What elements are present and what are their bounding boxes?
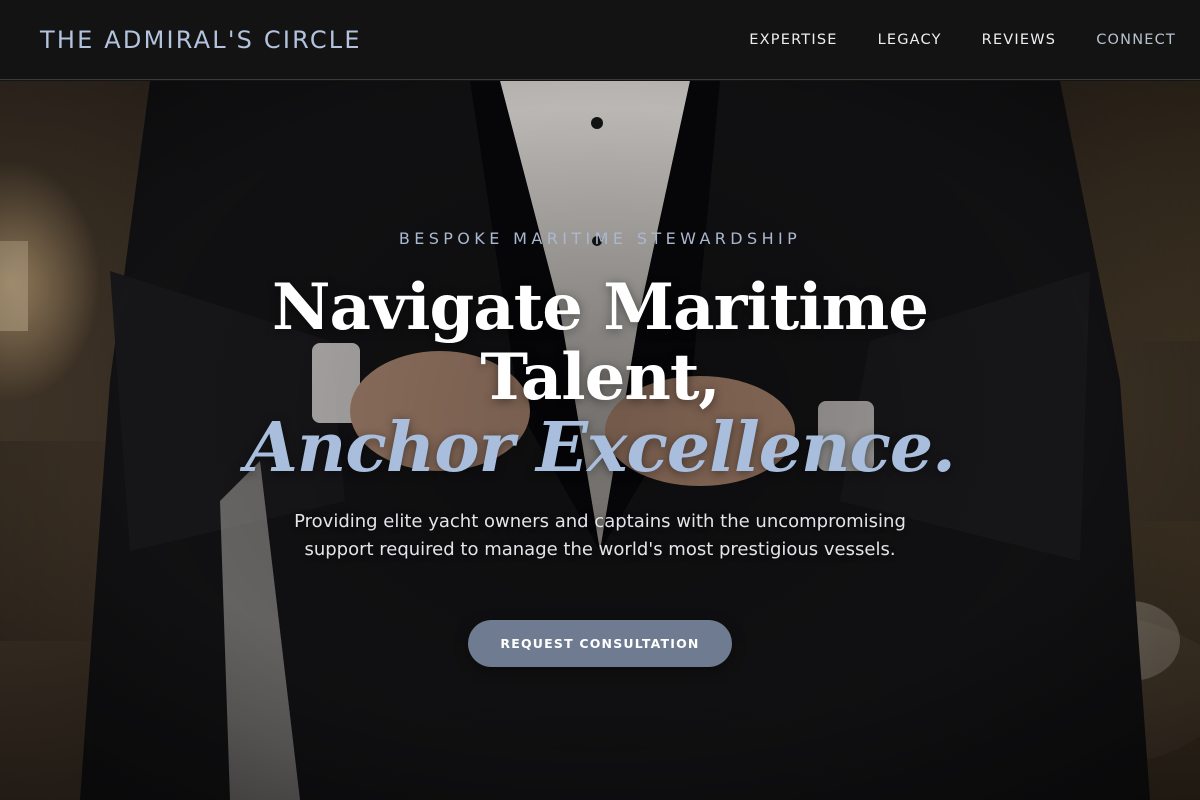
headline-line-2: Talent, <box>480 340 720 415</box>
nav-link-reviews[interactable]: REVIEWS <box>982 32 1057 48</box>
nav-link-connect[interactable]: CONNECT <box>1096 32 1176 48</box>
hero-headline: Navigate Maritime Talent, Anchor Excelle… <box>0 270 1200 488</box>
headline-line-1: Navigate Maritime <box>272 270 929 345</box>
nav-link-expertise[interactable]: EXPERTISE <box>749 32 837 48</box>
hero-eyebrow: BESPOKE MARITIME STEWARDSHIP <box>398 229 802 248</box>
hero-content: BESPOKE MARITIME STEWARDSHIP Navigate Ma… <box>0 81 1200 800</box>
top-navbar: THE ADMIRAL'S CIRCLE EXPERTISE LEGACY RE… <box>0 0 1200 80</box>
main-nav: EXPERTISE LEGACY REVIEWS CONNECT <box>709 32 1176 48</box>
hero-section: BESPOKE MARITIME STEWARDSHIP Navigate Ma… <box>0 81 1200 800</box>
nav-link-legacy[interactable]: LEGACY <box>878 32 942 48</box>
headline-accent: Anchor Excellence. <box>245 408 956 488</box>
request-consultation-button[interactable]: REQUEST CONSULTATION <box>468 620 732 667</box>
brand-logo-text[interactable]: THE ADMIRAL'S CIRCLE <box>40 26 362 54</box>
hero-subcopy: Providing elite yacht owners and captain… <box>294 511 906 560</box>
